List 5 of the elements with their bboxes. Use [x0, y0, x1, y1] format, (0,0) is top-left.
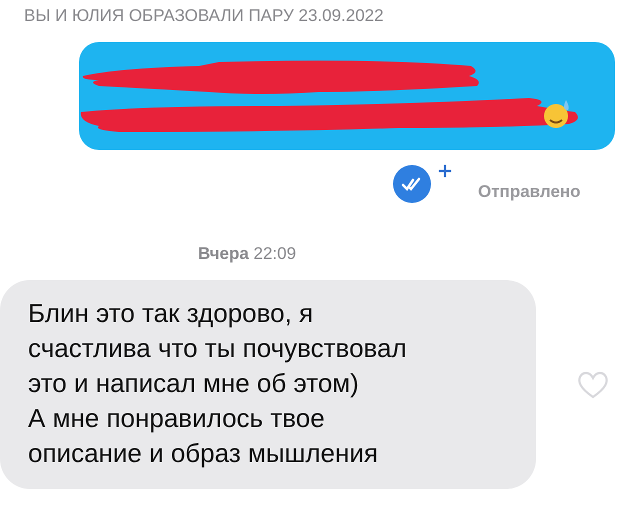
plus-icon[interactable] [438, 164, 452, 178]
timestamp: Вчера 22:09 [197, 243, 298, 265]
message-text: Блин это так здорово, я счастлива что ты почувствовал это и написал мне об этом) А мне понравилось твое описание и образ мышления [28, 297, 408, 470]
message-status: Отправлено [478, 182, 581, 202]
match-notice: ВЫ И ЮЛИЯ ОБРАЗОВАЛИ ПАРУ 23.09.2022 [23, 5, 385, 27]
